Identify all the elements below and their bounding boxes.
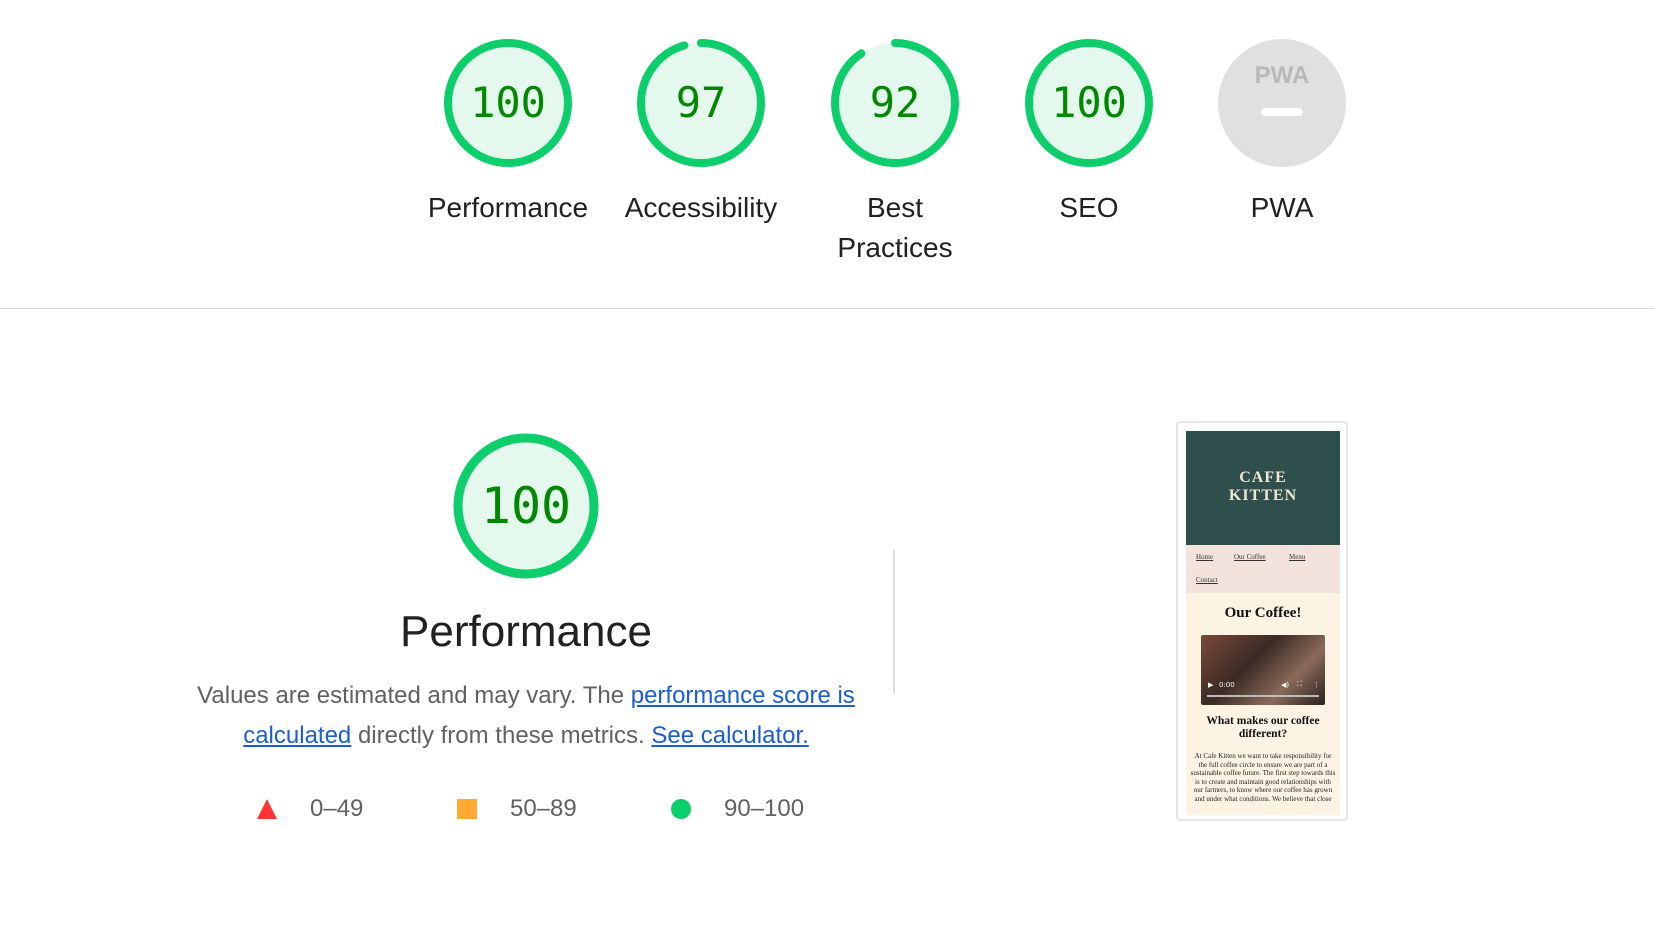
gauge-ring: 92 [830,38,960,168]
site-nav-our-coffee: Our Coffee [1234,553,1266,561]
gauge-seo[interactable]: 100 SEO [989,38,1189,228]
site-header: CAFE KITTEN [1186,431,1340,545]
site-nav: Home Our Coffee Menu Contact [1186,545,1340,593]
site-nav-menu: Menu [1289,553,1306,561]
site-brand-text: CAFE KITTEN [1228,469,1298,504]
gauge-pwa[interactable]: PWA PWA [1182,38,1382,228]
performance-score: 100 [480,477,572,535]
video-time: 0:00 [1219,681,1235,689]
gauge-label: SEO [1059,192,1119,223]
section-divider [0,308,1654,309]
legend-range: 0–49 [310,795,364,822]
screenshot-content: CAFE KITTEN Home Our Coffee Menu Contact… [1186,431,1340,815]
performance-title: Performance [400,607,652,656]
gauge-label: Accessibility [624,192,778,223]
gauge-performance[interactable]: 100 Performance [408,38,608,228]
site-nav-contact: Contact [1196,576,1218,584]
final-screenshot-thumbnail[interactable]: CAFE KITTEN Home Our Coffee Menu Contact… [1176,421,1348,821]
site-brand: CAFE KITTEN [1186,469,1340,505]
gauge-label: Best Practices [837,192,953,263]
fullscreen-icon: ⛶ [1297,680,1302,688]
pwa-badge-text: PWA [1255,62,1310,89]
lighthouse-report: 100 Performance 97 Accessibility 92 Best… [0,0,1654,932]
performance-description: Values are estimated and may vary. The p… [196,676,856,756]
see-calculator-link[interactable]: See calculator. [651,722,808,749]
site-subheading: What makes our coffee different? [1206,715,1320,740]
site-body-text: At Cafe Kitten we want to take responsib… [1190,752,1336,803]
gauge-score: 92 [869,78,921,127]
gauge-accessibility[interactable]: 97 Accessibility [601,38,801,228]
pwa-badge-icon: PWA [1218,39,1346,167]
desc-prefix: Values are estimated and may vary. The [197,682,631,709]
gauge-score: 100 [1051,78,1127,127]
performance-gauge-large: 100 [453,433,599,579]
fail-triangle-icon [257,799,277,819]
gauge-ring: 100 [443,38,573,168]
volume-icon: ◀) [1281,681,1290,689]
site-video: ▶ 0:00 ◀) ⛶ ⋮ [1201,635,1325,705]
more-icon: ⋮ [1313,681,1320,689]
gauge-score: 97 [675,78,727,127]
gauge-ring: PWA [1217,38,1347,168]
pass-circle-icon [671,799,691,819]
gauge-best-practices[interactable]: 92 Best Practices [795,38,995,268]
play-icon: ▶ [1208,681,1214,689]
score-legend: 0–49 50–89 90–100 [250,791,810,827]
site-nav-home: Home [1196,553,1214,561]
gauge-label: Performance [427,192,589,223]
legend-range: 50–89 [510,795,577,822]
vertical-separator [893,550,895,694]
site-heading: Our Coffee! [1224,605,1302,621]
desc-middle: directly from these metrics. [351,722,652,749]
video-progress [1207,695,1319,697]
gauge-ring: 100 [1024,38,1154,168]
legend-range: 90–100 [724,795,805,822]
gauge-score: 100 [470,78,546,127]
average-square-icon [457,799,477,819]
gauge-ring: 97 [636,38,766,168]
gauge-label: PWA [1250,192,1314,223]
